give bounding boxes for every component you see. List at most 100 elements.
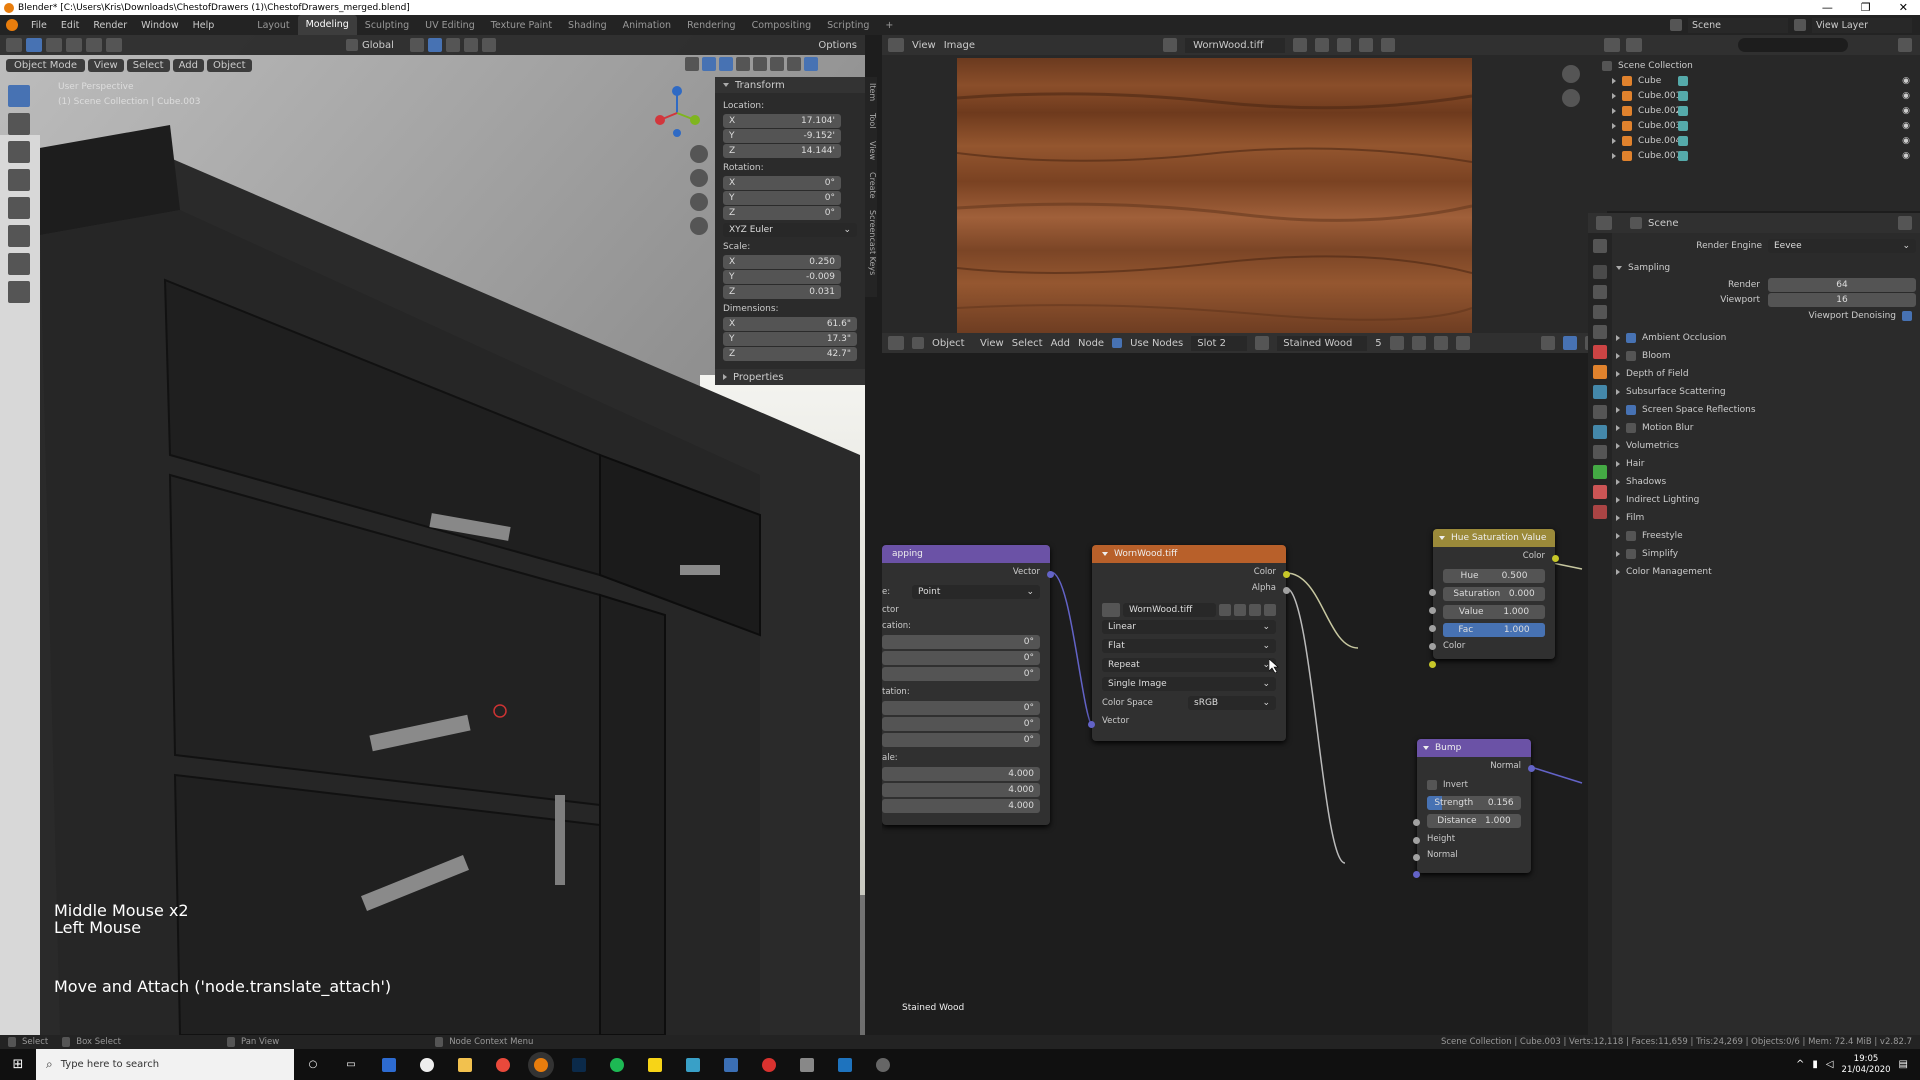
photoshop-icon[interactable] bbox=[572, 1057, 586, 1072]
menu-file[interactable]: File bbox=[24, 20, 54, 31]
tab-shading[interactable]: Shading bbox=[560, 20, 615, 31]
bump-node[interactable]: Bump Normal Invert Strength 0.156 Distanc… bbox=[1413, 739, 1535, 878]
dimension-z-field[interactable]: Z 42.7" bbox=[723, 347, 857, 361]
render-panel-header[interactable]: Depth of Field bbox=[1616, 365, 1916, 383]
app-14-icon[interactable] bbox=[876, 1057, 890, 1072]
eye-icon[interactable]: ◉ bbox=[1902, 136, 1910, 146]
constraints-tab-icon[interactable] bbox=[1593, 445, 1607, 459]
tab-sculpting[interactable]: Sculpting bbox=[357, 20, 417, 31]
render-panel-header[interactable]: Hair bbox=[1616, 455, 1916, 473]
mapping-location-y[interactable]: 0° bbox=[882, 651, 1040, 665]
distance-field[interactable]: Distance 1.000 bbox=[1427, 814, 1521, 828]
npanel-tab-item[interactable]: Item bbox=[865, 83, 877, 101]
panel-enable-checkbox[interactable] bbox=[1626, 405, 1636, 415]
image-menu-view[interactable]: View bbox=[912, 40, 936, 51]
mapping-vector-socket[interactable] bbox=[1047, 571, 1054, 578]
render-panel-header[interactable]: Freestyle bbox=[1616, 527, 1916, 545]
image-texture-node-header[interactable]: WornWood.tiff bbox=[1092, 545, 1286, 563]
panel-enable-checkbox[interactable] bbox=[1626, 549, 1636, 559]
tab-modeling[interactable]: Modeling bbox=[297, 15, 357, 35]
viewport-menu-view[interactable]: View bbox=[88, 58, 124, 72]
display-mode-icon[interactable] bbox=[1626, 38, 1642, 52]
mapping-scale-z[interactable]: 4.000 bbox=[882, 799, 1040, 813]
render-panel-header[interactable]: Screen Space Reflections bbox=[1616, 401, 1916, 419]
hue-saturation-node[interactable]: Hue Saturation Value Color Hue 0.500 Satu… bbox=[1429, 529, 1559, 668]
collapse-icon[interactable] bbox=[1102, 552, 1108, 556]
panel-enable-checkbox[interactable] bbox=[1626, 423, 1636, 433]
unlink-image-icon[interactable] bbox=[1359, 38, 1374, 52]
location-y-field[interactable]: Y -9.152' bbox=[723, 129, 841, 143]
rotate-tool-icon[interactable] bbox=[8, 169, 30, 191]
outliner-item-cube-003[interactable]: Cube.003 ◉ bbox=[1602, 118, 1920, 133]
snap-target-icon[interactable] bbox=[445, 38, 460, 52]
render-panel-header[interactable]: Simplify bbox=[1616, 545, 1916, 563]
wireframe-shading-icon[interactable] bbox=[753, 57, 767, 71]
collapse-icon[interactable] bbox=[1439, 536, 1445, 540]
navigation-gizmo[interactable] bbox=[650, 83, 710, 143]
app-8-icon[interactable] bbox=[648, 1057, 662, 1072]
render-engine-dropdown[interactable]: Eevee ⌄ bbox=[1768, 239, 1916, 253]
tab-uv-editing[interactable]: UV Editing bbox=[417, 20, 483, 31]
snap-icon[interactable] bbox=[427, 38, 442, 52]
rotation-mode-dropdown[interactable]: XYZ Euler ⌄ bbox=[723, 223, 857, 237]
maximize-icon[interactable]: ❐ bbox=[1861, 1, 1871, 14]
measure-tool-icon[interactable] bbox=[8, 281, 30, 303]
minimize-icon[interactable]: — bbox=[1822, 1, 1833, 14]
invert-checkbox[interactable] bbox=[1427, 780, 1437, 790]
sampling-panel-header[interactable]: Sampling bbox=[1616, 259, 1916, 277]
tab-texture-paint[interactable]: Texture Paint bbox=[483, 20, 560, 31]
strength-slider[interactable]: Strength 0.156 bbox=[1427, 796, 1521, 810]
render-panel-header[interactable]: Shadows bbox=[1616, 473, 1916, 491]
texture-tab-icon[interactable] bbox=[1593, 505, 1607, 519]
add-workspace-icon[interactable]: + bbox=[877, 20, 901, 31]
spotify-icon[interactable] bbox=[610, 1057, 624, 1072]
network-icon[interactable]: ▮ bbox=[1812, 1059, 1818, 1070]
app-10-icon[interactable] bbox=[724, 1057, 738, 1072]
scene-tab-icon[interactable] bbox=[1593, 325, 1607, 339]
collapse-icon[interactable] bbox=[1423, 746, 1429, 750]
particles-tab-icon[interactable] bbox=[1593, 405, 1607, 419]
transform-collapse-icon[interactable] bbox=[723, 83, 729, 87]
camera-view-icon[interactable] bbox=[690, 193, 708, 211]
outliner-item-cube-007[interactable]: Cube.007 ◉ bbox=[1602, 148, 1920, 163]
app-2-icon[interactable] bbox=[420, 1057, 434, 1072]
render-panel-header[interactable]: Indirect Lighting bbox=[1616, 491, 1916, 509]
mapping-node[interactable]: apping Vector e: Point ⌄ ctor cation: 0° 0… bbox=[882, 545, 1054, 825]
rotation-z-field[interactable]: Z 0° bbox=[723, 206, 841, 220]
view-layer-selector[interactable]: View Layer bbox=[1812, 17, 1912, 33]
image-alpha-socket[interactable] bbox=[1283, 587, 1290, 594]
source-dropdown[interactable]: Single Image ⌄ bbox=[1102, 677, 1276, 691]
mapping-type-dropdown[interactable]: Point ⌄ bbox=[912, 585, 1040, 599]
falloff-icon[interactable] bbox=[481, 38, 496, 52]
app-12-icon[interactable] bbox=[800, 1057, 814, 1072]
visibility-icon[interactable] bbox=[685, 57, 699, 71]
eye-icon[interactable]: ◉ bbox=[1902, 91, 1910, 101]
editor-type-icon[interactable] bbox=[888, 38, 904, 52]
location-x-field[interactable]: X 17.104' bbox=[723, 114, 841, 128]
select-mode-icon[interactable] bbox=[26, 38, 42, 52]
proportional-edit-icon[interactable] bbox=[463, 38, 478, 52]
select-tool-icon[interactable] bbox=[8, 85, 30, 107]
filter-icon[interactable] bbox=[1898, 38, 1912, 52]
saturation-field[interactable]: Saturation 0.000 bbox=[1443, 587, 1545, 601]
mapping-rotation-x[interactable]: 0° bbox=[882, 701, 1040, 715]
taskbar-time[interactable]: 19:05 bbox=[1842, 1054, 1891, 1065]
hsv-node-header[interactable]: Hue Saturation Value bbox=[1433, 529, 1555, 547]
node-editor[interactable]: Object View Select Add Node Use Nodes Sl… bbox=[882, 333, 1607, 1035]
new-image-icon[interactable] bbox=[1315, 38, 1330, 52]
expand-icon[interactable] bbox=[1612, 107, 1616, 114]
image-menu-image[interactable]: Image bbox=[944, 40, 975, 51]
blender-menu-icon[interactable] bbox=[6, 19, 18, 31]
viewport-menu-add[interactable]: Add bbox=[172, 58, 204, 72]
outliner-item-cube-002[interactable]: Cube.002 ◉ bbox=[1602, 103, 1920, 118]
mapping-scale-y[interactable]: 4.000 bbox=[882, 783, 1040, 797]
options-dropdown[interactable]: Options bbox=[818, 40, 857, 51]
move-tool-icon[interactable] bbox=[8, 141, 30, 163]
hsv-color-out-socket[interactable] bbox=[1552, 555, 1559, 562]
rotation-y-field[interactable]: Y 0° bbox=[723, 191, 841, 205]
zoom-icon[interactable] bbox=[690, 145, 708, 163]
bump-normal-out-socket[interactable] bbox=[1528, 765, 1535, 772]
tab-compositing[interactable]: Compositing bbox=[744, 20, 820, 31]
cortana-icon[interactable]: ○ bbox=[294, 1059, 332, 1070]
open-image-icon[interactable] bbox=[1249, 604, 1261, 616]
